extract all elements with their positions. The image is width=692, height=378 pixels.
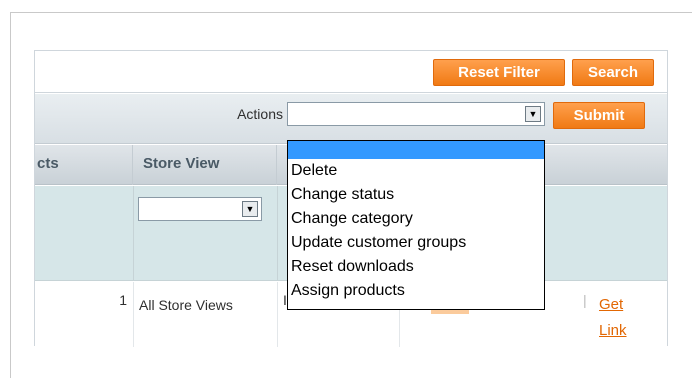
column-header-products[interactable]: cts [35, 145, 133, 185]
chevron-down-icon[interactable]: ▼ [525, 106, 541, 122]
get-link[interactable]: Get Link [599, 292, 649, 344]
column-divider [133, 186, 134, 280]
dropdown-option-update-customer-groups[interactable]: Update customer groups [288, 231, 544, 255]
column-header-store-view[interactable]: Store View [133, 145, 277, 185]
product-count: 1 [119, 292, 127, 308]
store-view-filter-select[interactable]: ▼ [138, 197, 262, 221]
actions-select[interactable]: ▼ [287, 102, 545, 126]
mass-actions-bar: Actions ▼ Submit [35, 94, 667, 144]
dropdown-option-delete[interactable]: Delete [288, 159, 544, 183]
chevron-down-icon[interactable]: ▼ [242, 201, 258, 217]
column-divider [277, 186, 278, 280]
grid-toolbar: Reset Filter Search [35, 51, 667, 93]
search-button[interactable]: Search [572, 59, 654, 86]
submit-button[interactable]: Submit [553, 102, 645, 129]
dropdown-option-change-category[interactable]: Change category [288, 207, 544, 231]
actions-dropdown-list[interactable]: Delete Change status Change category Upd… [287, 140, 545, 310]
dropdown-option-change-status[interactable]: Change status [288, 183, 544, 207]
actions-label: Actions [237, 106, 283, 122]
dropdown-option-assign-products[interactable]: Assign products [288, 279, 544, 303]
store-view-cell: All Store Views [139, 297, 233, 313]
link-separator: | [583, 292, 587, 308]
column-divider [133, 282, 134, 347]
column-divider [277, 282, 278, 347]
reset-filter-button[interactable]: Reset Filter [433, 59, 565, 86]
dropdown-option-reset-downloads[interactable]: Reset downloads [288, 255, 544, 279]
dropdown-option-blank[interactable] [288, 141, 544, 159]
